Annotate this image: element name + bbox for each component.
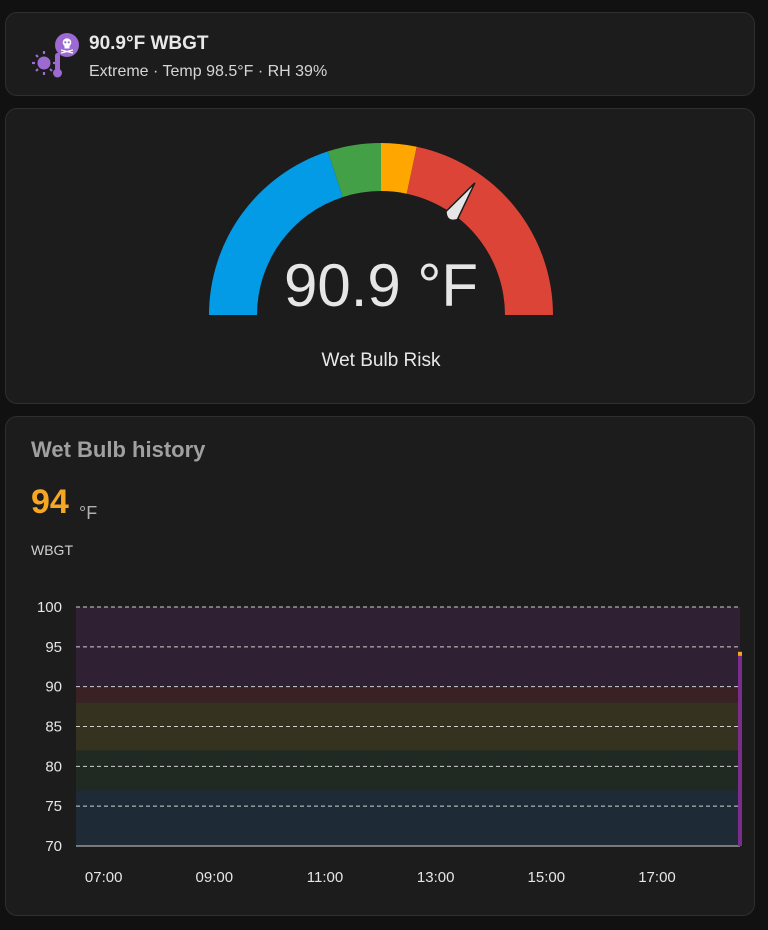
x-tick-label: 17:00 [638,869,676,886]
x-tick-label: 15:00 [528,869,566,886]
history-chart[interactable]: 70 75 80 85 90 95 100 07:00 09:00 11:00 13:00 15:0… [6,417,754,915]
tile-title: 90.9°F WBGT [89,33,209,54]
series-last-point [738,651,742,656]
y-tick-label: 80 [45,758,62,775]
y-tick-label: 70 [45,838,62,855]
y-tick-label: 85 [45,719,62,736]
tile-state-text: Extreme · Temp 98.5°F · RH 39% [89,63,328,80]
y-tick-label: 95 [45,639,62,656]
x-tick-label: 09:00 [196,869,234,886]
gauge-value: 90.9 °F [284,252,478,319]
y-tick-label: 75 [45,798,62,815]
threshold-band [76,790,740,846]
x-tick-label: 13:00 [417,869,455,886]
sun-thermometer-skull-icon [32,33,79,78]
threshold-band [76,686,740,703]
wbgt-tile-card[interactable]: 90.9°F WBGT Extreme · Temp 98.5°F · RH 3… [5,12,755,96]
x-tick-label: 07:00 [85,869,123,886]
x-tick-label: 11:00 [307,869,343,886]
y-tick-label: 100 [37,599,62,616]
threshold-band [76,750,740,791]
y-tick-label: 90 [45,679,62,696]
wet-bulb-gauge-card[interactable]: 90.9 °F Wet Bulb Risk [5,108,755,404]
wet-bulb-history-card[interactable]: Wet Bulb history 94 °F WBGT 70 75 80 85 90 95… [5,416,755,916]
gauge-label: Wet Bulb Risk [321,350,441,371]
